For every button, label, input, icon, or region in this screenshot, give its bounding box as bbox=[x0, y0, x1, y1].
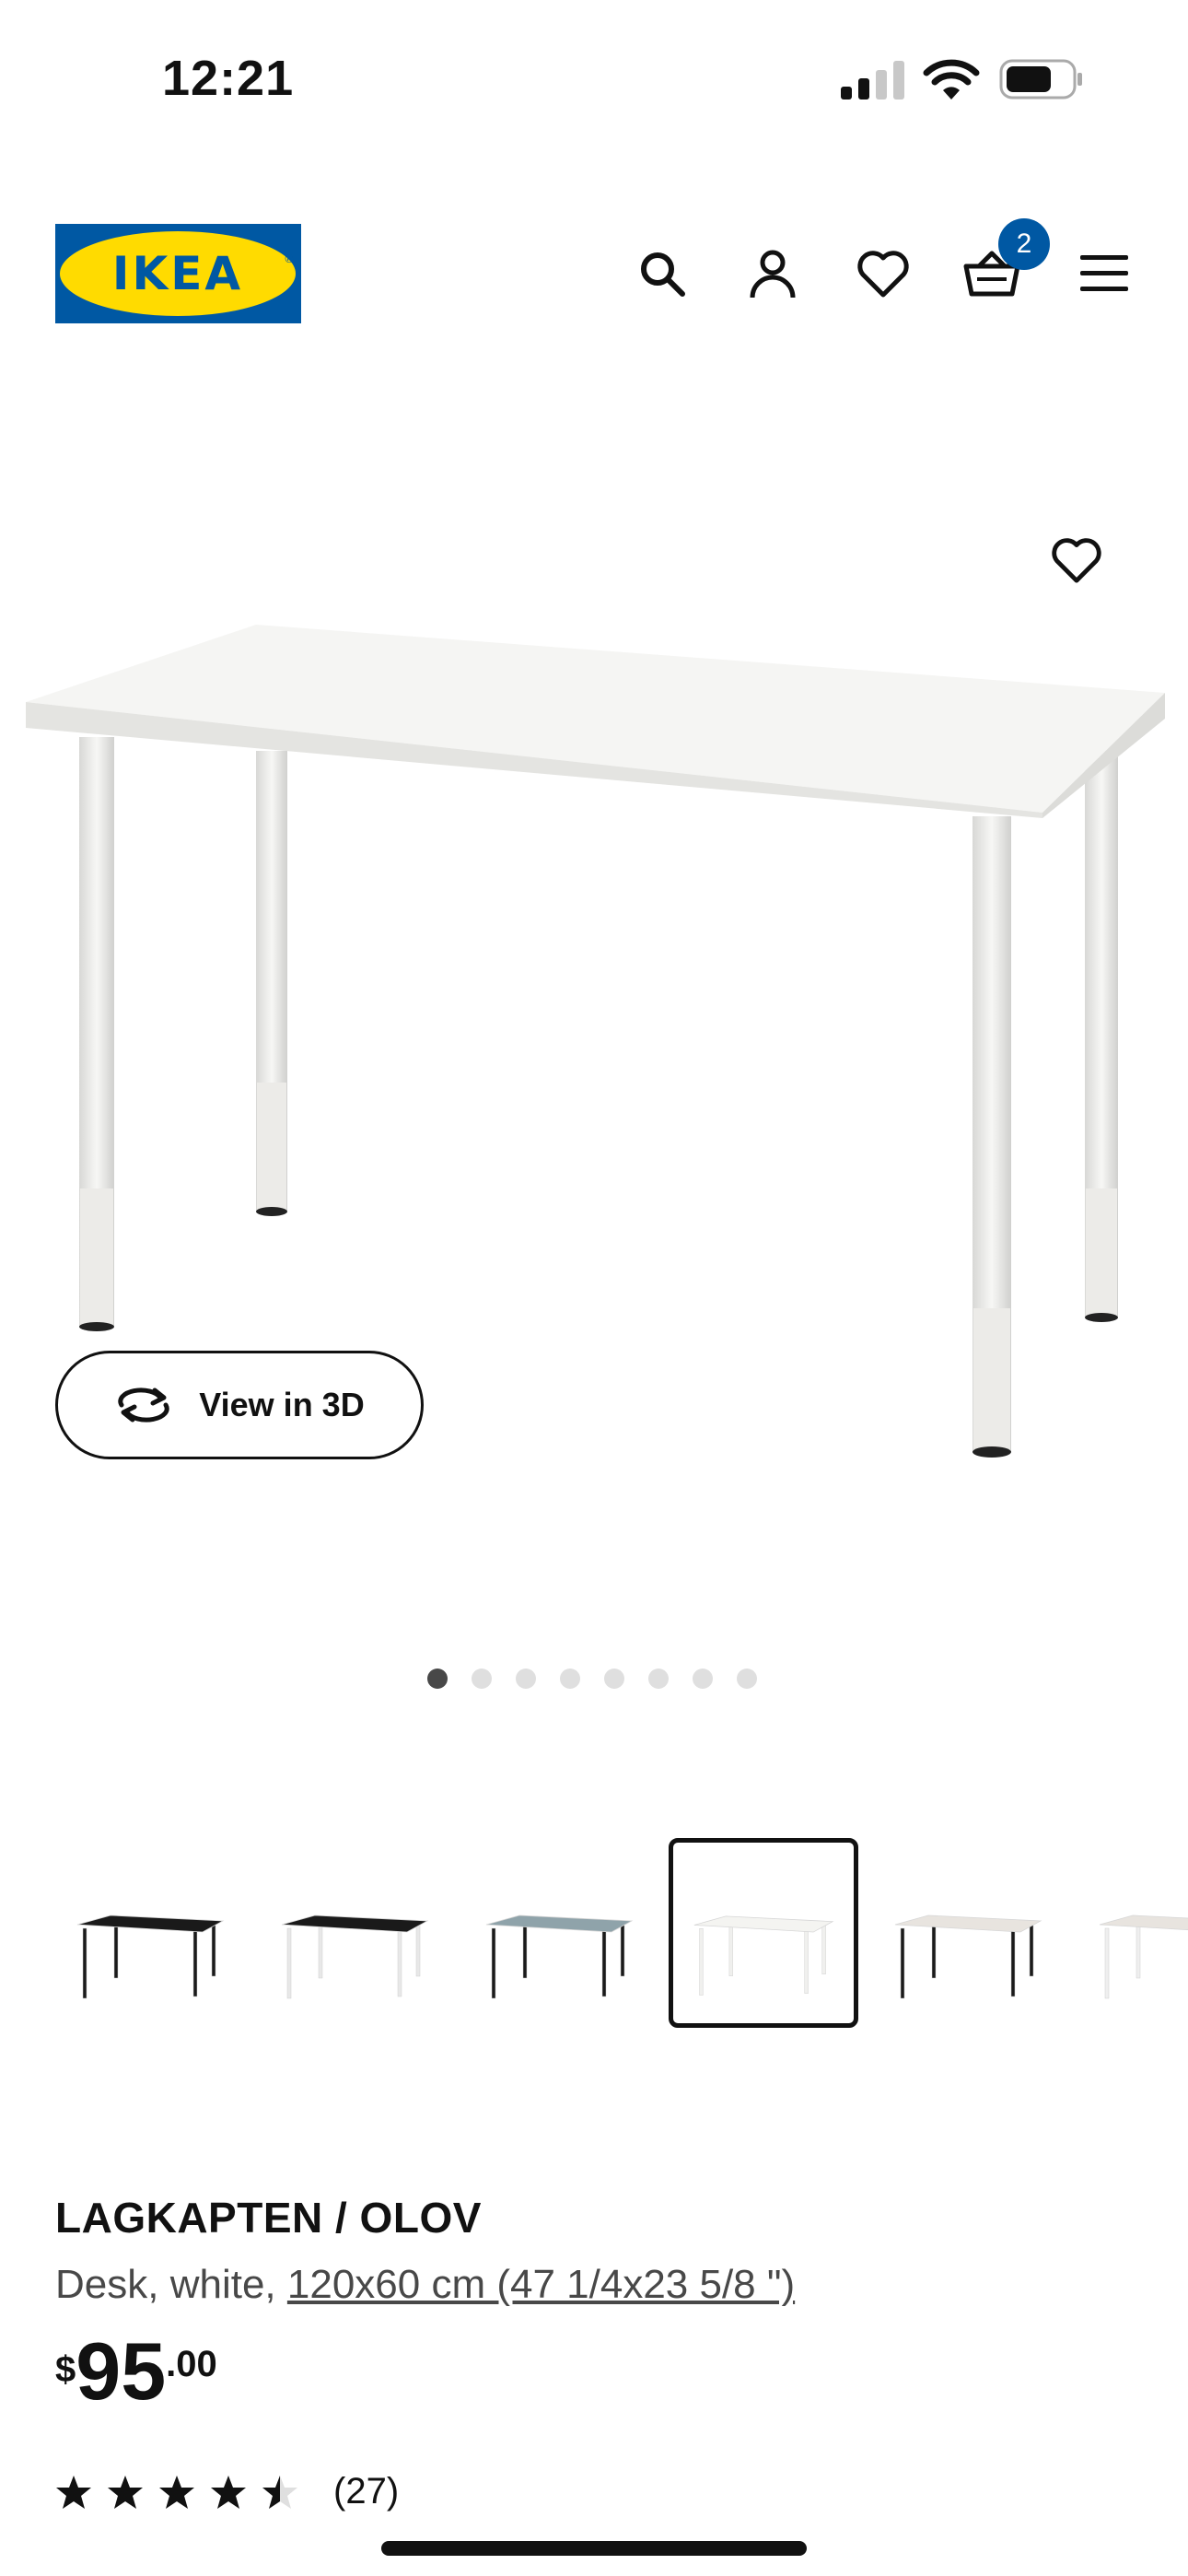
carousel-dot[interactable] bbox=[737, 1669, 757, 1689]
carousel-dot[interactable] bbox=[516, 1669, 536, 1689]
price-currency: $ bbox=[55, 2349, 76, 2390]
logo-wordmark: IKEA bbox=[112, 247, 243, 300]
variant-thumbnail[interactable] bbox=[260, 1838, 449, 2028]
account-icon bbox=[750, 250, 796, 299]
ikea-logo[interactable]: IKEA ® bbox=[55, 224, 301, 323]
variant-thumbnail[interactable] bbox=[669, 1838, 858, 2028]
home-indicator bbox=[381, 2541, 807, 2556]
status-time: 12:21 bbox=[162, 51, 295, 106]
hamburger-menu-icon bbox=[1080, 255, 1128, 291]
view-in-3d-label: View in 3D bbox=[199, 1386, 365, 1423]
cellular-signal-icon bbox=[841, 61, 904, 100]
rotate-3d-icon bbox=[118, 1388, 170, 1423]
carousel-pagination bbox=[427, 1669, 757, 1689]
review-count: (27) bbox=[333, 2471, 400, 2512]
star-icon bbox=[159, 2475, 194, 2509]
svg-text:®: ® bbox=[284, 252, 295, 265]
product-description: Desk, white, 120x60 cm (47 1/4x23 5/8 ") bbox=[55, 2262, 795, 2308]
desk-variant-image bbox=[485, 1914, 634, 1999]
star-icon bbox=[211, 2475, 246, 2509]
battery-icon bbox=[999, 59, 1082, 100]
star-icon bbox=[108, 2475, 143, 2509]
product-name: LAGKAPTEN / OLOV bbox=[55, 2194, 482, 2242]
desk-variant-image bbox=[1099, 1914, 1188, 1999]
carousel-dot[interactable] bbox=[427, 1669, 448, 1689]
variant-thumbnail[interactable] bbox=[873, 1838, 1063, 2028]
wifi-icon bbox=[923, 59, 980, 100]
heart-icon bbox=[857, 251, 909, 298]
product-description-prefix: Desk, white, bbox=[55, 2262, 287, 2307]
carousel-dot[interactable] bbox=[648, 1669, 669, 1689]
menu-button[interactable] bbox=[1074, 243, 1135, 304]
star-icon bbox=[56, 2475, 91, 2509]
rating-stars bbox=[55, 2474, 313, 2511]
carousel-dot[interactable] bbox=[693, 1669, 713, 1689]
wishlist-button[interactable] bbox=[853, 243, 914, 304]
variant-thumbnail[interactable] bbox=[55, 1838, 245, 2028]
search-icon bbox=[641, 252, 685, 297]
product-rating[interactable]: (27) bbox=[55, 2471, 399, 2512]
price-integer: 95 bbox=[76, 2325, 167, 2417]
account-button[interactable] bbox=[742, 243, 803, 304]
desk-variant-image bbox=[281, 1914, 429, 1999]
carousel-dot[interactable] bbox=[472, 1669, 492, 1689]
product-price: $ 95 .00 bbox=[55, 2331, 217, 2412]
carousel-dot[interactable] bbox=[604, 1669, 624, 1689]
variant-thumbnail[interactable] bbox=[1077, 1838, 1188, 2028]
save-to-wishlist-button[interactable] bbox=[1046, 530, 1107, 591]
carousel-dot[interactable] bbox=[560, 1669, 580, 1689]
view-in-3d-button[interactable]: View in 3D bbox=[55, 1351, 424, 1459]
search-button[interactable] bbox=[632, 243, 693, 304]
desk-variant-image bbox=[693, 1915, 834, 1996]
desk-variant-image bbox=[894, 1914, 1042, 1999]
desk-variant-image bbox=[76, 1914, 225, 1999]
price-decimal: .00 bbox=[166, 2344, 217, 2384]
star-icon bbox=[262, 2475, 297, 2509]
variant-thumbnail[interactable] bbox=[464, 1838, 654, 2028]
heart-icon bbox=[1052, 538, 1101, 583]
product-size-link[interactable]: 120x60 cm (47 1/4x23 5/8 ") bbox=[287, 2262, 795, 2307]
cart-count-badge: 2 bbox=[998, 218, 1050, 270]
